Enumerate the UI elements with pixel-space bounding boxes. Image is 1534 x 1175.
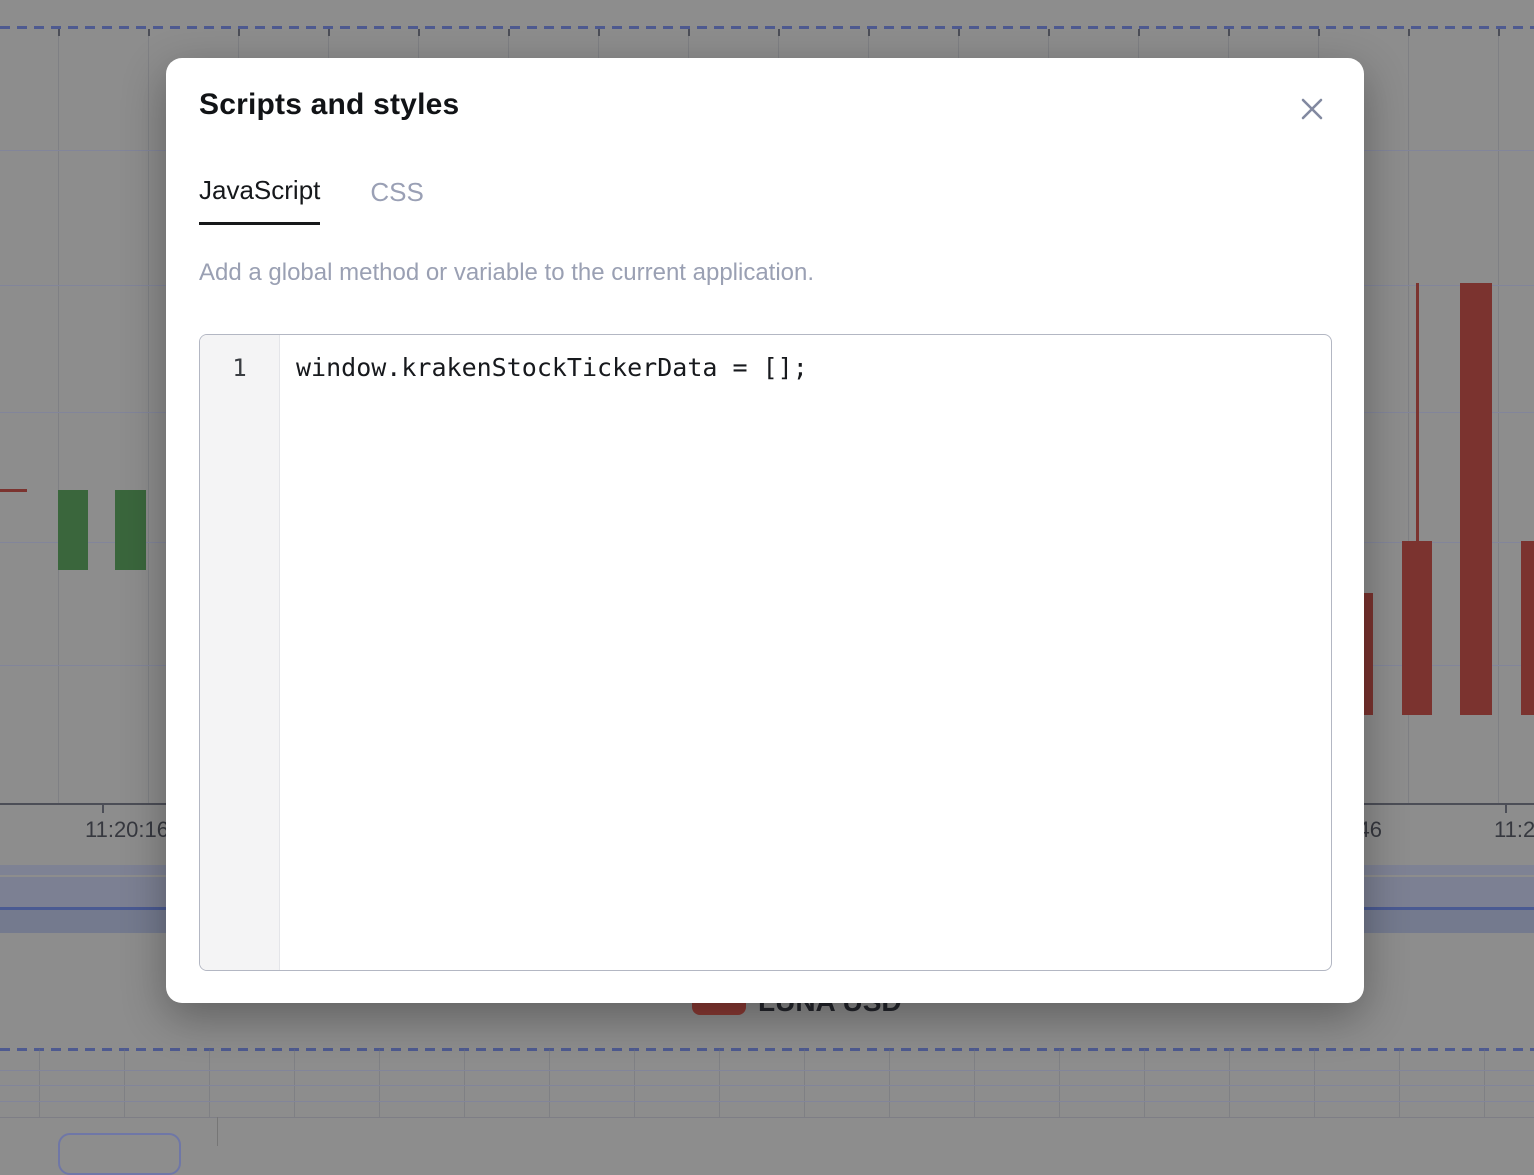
candlestick	[115, 490, 146, 570]
axis-tick	[868, 29, 870, 36]
range-selector-button[interactable]	[58, 1133, 181, 1175]
vertical-gridline	[889, 1049, 890, 1117]
tab-javascript[interactable]: JavaScript	[199, 175, 320, 225]
vertical-gridline	[1399, 1049, 1400, 1117]
candlestick	[1402, 541, 1432, 715]
axis-tick	[148, 29, 150, 36]
vertical-gridline	[549, 1049, 550, 1117]
vertical-gridline	[719, 1049, 720, 1117]
vertical-gridline	[1059, 1049, 1060, 1117]
vertical-gridline	[1144, 1049, 1145, 1117]
horizontal-gridline	[0, 1070, 1534, 1071]
dashed-divider	[0, 26, 1534, 29]
axis-tick	[1048, 29, 1050, 36]
tab-bar: JavaScript CSS	[199, 175, 1331, 225]
axis-tick	[418, 29, 420, 36]
vertical-gridline	[294, 1049, 295, 1117]
dialog-title: Scripts and styles	[199, 88, 459, 122]
axis-tick	[1408, 29, 1410, 36]
vertical-gridline	[1314, 1049, 1315, 1117]
dialog-header: Scripts and styles	[199, 88, 1331, 131]
axis-tick	[238, 29, 240, 36]
axis-tick	[688, 29, 690, 36]
pane-boundary	[0, 1117, 1534, 1118]
axis-tick	[1228, 29, 1230, 36]
vertical-gridline	[58, 29, 59, 803]
time-axis-label: 11:21:16	[1494, 817, 1534, 843]
vertical-gridline	[464, 1049, 465, 1117]
editor-gutter: 1	[200, 335, 280, 970]
candlestick	[58, 490, 88, 570]
dashed-divider	[0, 1048, 1534, 1051]
axis-tick	[1498, 29, 1500, 36]
candlestick	[0, 489, 27, 492]
time-axis-tick	[102, 803, 104, 813]
vertical-gridline	[1498, 29, 1499, 803]
vertical-gridline	[209, 1049, 210, 1117]
vertical-gridline	[39, 1049, 40, 1117]
axis-tick	[598, 29, 600, 36]
candle-wick	[1416, 283, 1419, 541]
axis-tick	[1138, 29, 1140, 36]
horizontal-gridline	[0, 1085, 1534, 1086]
vertical-gridline	[124, 1049, 125, 1117]
vertical-gridline	[974, 1049, 975, 1117]
candlestick	[1521, 541, 1534, 715]
vertical-gridline	[148, 29, 149, 803]
axis-tick	[1318, 29, 1320, 36]
vertical-gridline	[379, 1049, 380, 1117]
dialog-description: Add a global method or variable to the c…	[199, 259, 1331, 287]
vertical-gridline	[1229, 1049, 1230, 1117]
candlestick	[1460, 283, 1492, 715]
scripts-and-styles-dialog: Scripts and styles JavaScript CSS Add a …	[166, 58, 1364, 1003]
vertical-gridline	[1484, 1049, 1485, 1117]
horizontal-gridline	[0, 1101, 1534, 1102]
time-axis-tick	[1505, 803, 1507, 813]
pane-divider	[217, 1117, 218, 1146]
axis-tick	[958, 29, 960, 36]
axis-tick	[778, 29, 780, 36]
axis-tick	[508, 29, 510, 36]
axis-tick	[328, 29, 330, 36]
code-editor: 1 window.krakenStockTickerData = [];	[199, 334, 1332, 971]
line-number: 1	[200, 352, 279, 384]
close-button[interactable]	[1293, 90, 1331, 131]
vertical-gridline	[804, 1049, 805, 1117]
time-axis-label: 11:20:16	[85, 817, 169, 843]
close-icon	[1297, 112, 1327, 127]
vertical-gridline	[634, 1049, 635, 1117]
axis-tick	[58, 29, 60, 36]
code-line: window.krakenStockTickerData = [];	[296, 352, 1331, 384]
tab-css[interactable]: CSS	[370, 175, 423, 225]
code-input[interactable]: window.krakenStockTickerData = [];	[280, 335, 1331, 970]
